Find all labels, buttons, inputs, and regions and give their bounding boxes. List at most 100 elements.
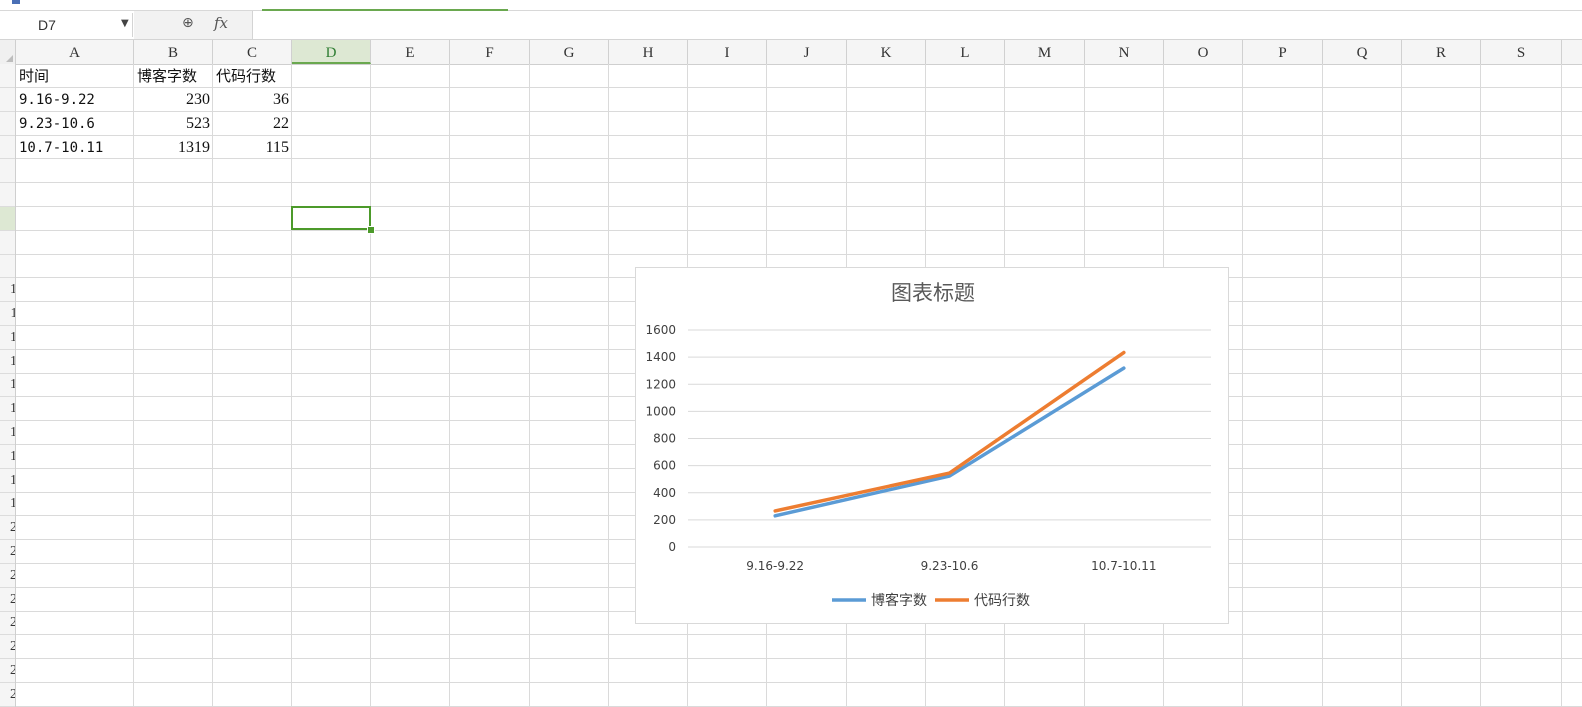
row-header-26[interactable]: 26 [0,659,15,683]
chart-canvas: 图表标题 0 200 400 600 800 1000 1200 1400 1600 9.16-9.… [645,281,1211,609]
x-tick-label: 9.23-10.6 [921,559,979,573]
grid-hline [16,634,1582,636]
column-header-n[interactable]: N [1085,40,1164,64]
y-tick-label: 1600 [645,323,676,337]
column-header-b[interactable]: B [134,40,213,64]
row-header-17[interactable]: 17 [0,445,15,469]
cell-a2[interactable]: 9.16-9.22 [16,88,133,112]
name-box[interactable]: D7 ▼ [0,13,133,37]
cell-c1[interactable]: 代码行数 [213,64,292,88]
row-header-14[interactable]: 14 [0,373,15,398]
row-header-15[interactable]: 15 [0,397,15,422]
cell-b4[interactable]: 1319 [134,136,213,160]
legend-label: 代码行数 [974,593,1030,609]
column-header-i[interactable]: I [688,40,767,64]
column-header-s[interactable]: S [1481,40,1562,64]
row-number: 16 [10,425,15,440]
row-headers: 1234567891011121314151617181920212223242… [0,64,16,707]
column-header-r[interactable]: R [1402,40,1481,64]
formula-bar: D7 ▼ ⊕ fx [0,11,1582,40]
y-tick-label: 600 [653,459,676,473]
row-number: 12 [10,330,15,345]
column-header-g[interactable]: G [530,40,609,64]
row-header-9[interactable]: 9 [0,254,15,279]
row-header-24[interactable]: 24 [0,611,15,636]
cell-b2[interactable]: 230 [134,88,213,112]
row-header-11[interactable]: 11 [0,302,15,326]
column-header-h[interactable]: H [609,40,688,64]
column-header-m[interactable]: M [1005,40,1085,64]
row-header-16[interactable]: 16 [0,421,15,445]
zoom-icon[interactable]: ⊕ [182,15,194,31]
row-header-19[interactable]: 19 [0,492,15,517]
row-number: 13 [10,354,15,369]
column-header-j[interactable]: J [767,40,847,64]
grid-hline [16,229,1582,231]
y-tick-label: 1000 [645,404,676,418]
cell-a1[interactable]: 时间 [16,64,133,88]
app-icon [12,0,20,4]
cell-c2[interactable]: 36 [213,88,292,112]
cell-c3[interactable]: 22 [213,112,292,136]
column-header-l[interactable]: L [926,40,1005,64]
row-number: 17 [10,449,15,464]
cell-a3[interactable]: 9.23-10.6 [16,112,133,136]
column-header-p[interactable]: P [1243,40,1323,64]
formula-tools: ⊕ fx [134,11,253,39]
cell-c4[interactable]: 115 [213,136,292,160]
row-header-8[interactable]: 8 [0,231,15,255]
row-header-23[interactable]: 23 [0,588,15,612]
row-header-22[interactable]: 22 [0,564,15,588]
column-header-d[interactable]: D [292,40,371,64]
column-header-o[interactable]: O [1164,40,1243,64]
column-header-k[interactable]: K [847,40,926,64]
row-header-13[interactable]: 13 [0,350,15,374]
grid-hline [16,206,1582,207]
row-header-1[interactable]: 1 [0,64,15,88]
row-header-18[interactable]: 18 [0,469,15,493]
chart-title: 图表标题 [891,281,975,305]
y-tick-label: 400 [653,486,676,500]
line-chart[interactable]: 图表标题 0 200 400 600 800 1000 1200 1400 1600 9.16-9.… [635,267,1229,624]
row-header-25[interactable]: 25 [0,635,15,660]
row-number: 15 [10,401,15,416]
column-headers: ABCDEFGHIJKLMNOPQRS [0,40,1582,65]
row-number: 18 [10,473,15,488]
x-tick-label: 9.16-9.22 [746,559,804,573]
row-header-6[interactable]: 6 [0,183,15,207]
column-header-q[interactable]: Q [1323,40,1402,64]
row-header-2[interactable]: 2 [0,88,15,112]
row-header-7[interactable]: 7 [0,206,15,231]
row-header-3[interactable]: 3 [0,112,15,136]
y-tick-label: 800 [653,432,676,446]
cell-a4[interactable]: 10.7-10.11 [16,136,133,160]
active-document-tab[interactable] [262,0,508,11]
column-header-f[interactable]: F [450,40,530,64]
grid-hline [16,658,1582,660]
active-cell-selection[interactable] [291,206,371,230]
row-number: 14 [10,377,15,392]
column-header-e[interactable]: E [371,40,450,64]
fill-handle[interactable] [367,226,375,234]
column-header-c[interactable]: C [213,40,292,64]
row-header-5[interactable]: 5 [0,159,15,184]
row-header-27[interactable]: 27 [0,683,15,707]
fx-icon[interactable]: fx [214,14,228,32]
name-box-value: D7 [38,17,56,33]
row-number: 27 [10,687,15,702]
row-header-4[interactable]: 4 [0,135,15,160]
cell-b1[interactable]: 博客字数 [134,64,213,88]
cell-b3[interactable]: 523 [134,112,213,136]
select-all-corner[interactable] [0,40,16,64]
chevron-down-icon[interactable]: ▼ [121,18,129,29]
x-tick-label: 10.7-10.11 [1091,559,1156,573]
y-tick-label: 200 [653,513,676,527]
formula-input[interactable] [253,13,1577,39]
column-header-a[interactable]: A [16,40,134,64]
row-header-12[interactable]: 12 [0,326,15,350]
row-header-10[interactable]: 10 [0,278,15,303]
row-header-21[interactable]: 21 [0,540,15,564]
y-tick-label: 0 [668,540,676,554]
row-number: 22 [10,568,15,583]
row-header-20[interactable]: 20 [0,516,15,541]
